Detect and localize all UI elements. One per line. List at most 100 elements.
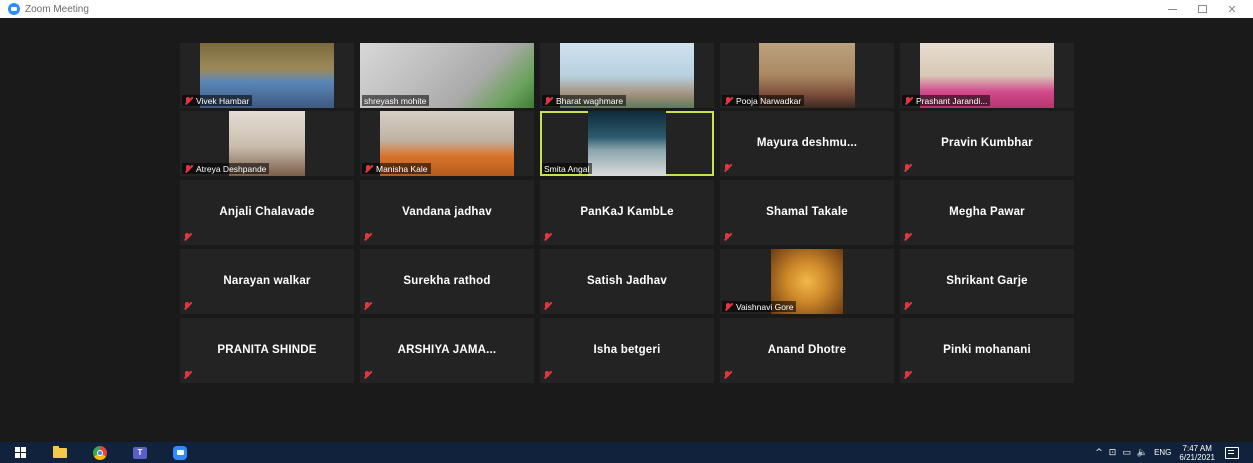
system-tray: ^ ⊡ ▭ 🔈 ENG 7:47 AM 6/21/2021 [1095, 442, 1253, 463]
participant-name: Megha Pawar [949, 206, 1025, 218]
participant-video [588, 111, 666, 176]
participant-tile[interactable]: Vaishnavi Gore [720, 249, 894, 314]
participant-name: Shrikant Garje [946, 275, 1028, 287]
muted-mic-icon [184, 96, 194, 105]
participant-tile[interactable]: Smita Angal [540, 111, 714, 176]
muted-mic-icon [723, 370, 733, 379]
participant-tile[interactable]: Anand Dhotre [720, 318, 894, 383]
participant-tile[interactable]: Atreya Deshpande [180, 111, 354, 176]
participant-name: Bharat waghmare [556, 95, 624, 106]
muted-mic-icon [184, 164, 194, 173]
participant-tile[interactable]: Vivek Hambar [180, 43, 354, 108]
windows-start-icon[interactable] [0, 442, 40, 463]
participant-name: Shamal Takale [766, 206, 848, 218]
participant-name: Anand Dhotre [767, 344, 847, 356]
participant-name-tag: Manisha Kale [362, 163, 431, 174]
participant-name: Atreya Deshpande [196, 163, 267, 174]
muted-mic-icon [903, 370, 913, 379]
muted-mic-icon [183, 370, 193, 379]
muted-mic-icon [724, 302, 734, 311]
participant-tile[interactable]: Manisha Kale [360, 111, 534, 176]
participant-tile[interactable]: Pooja Narwadkar [720, 43, 894, 108]
participant-tile[interactable]: Satish Jadhav [540, 249, 714, 314]
title-bar: Zoom Meeting ✕ [0, 0, 1253, 18]
participant-name-tag: shreyash mohite [362, 95, 430, 106]
clock-date: 6/21/2021 [1179, 452, 1215, 462]
muted-mic-icon [364, 164, 374, 173]
participant-tile[interactable]: Surekha rathod [360, 249, 534, 314]
participant-name: PanKaJ KambLe [580, 206, 674, 218]
muted-mic-icon [363, 301, 373, 310]
participant-name: Manisha Kale [376, 163, 428, 174]
clock-time: 7:47 AM [1182, 443, 1212, 453]
participant-name-tag: Vivek Hambar [182, 95, 253, 106]
muted-mic-icon [543, 301, 553, 310]
participant-tile[interactable]: shreyash mohite [360, 43, 534, 108]
participant-tile[interactable]: Vandana jadhav [360, 180, 534, 245]
muted-mic-icon [363, 232, 373, 241]
muted-mic-icon [544, 96, 554, 105]
participant-tile[interactable]: Prashant Jarandi... [900, 43, 1074, 108]
muted-mic-icon [543, 370, 553, 379]
muted-mic-icon [723, 232, 733, 241]
teams-icon[interactable]: T [120, 442, 160, 463]
minimize-button[interactable] [1157, 0, 1187, 18]
muted-mic-icon [903, 163, 913, 172]
participant-tile[interactable]: Bharat waghmare [540, 43, 714, 108]
participant-name: Pravin Kumbhar [941, 137, 1033, 149]
volume-icon[interactable]: 🔈 [1137, 448, 1148, 458]
window-controls: ✕ [1157, 0, 1247, 18]
muted-mic-icon [543, 232, 553, 241]
participant-tile[interactable]: Pravin Kumbhar [900, 111, 1074, 176]
participant-name: Isha betgeri [593, 344, 661, 356]
zoom-app-icon [8, 3, 20, 15]
participant-name: PRANITA SHINDE [217, 344, 317, 356]
gallery-view: Vivek Hambar shreyash mohite Bharat waghma… [0, 18, 1253, 442]
muted-mic-icon [363, 370, 373, 379]
muted-mic-icon [183, 232, 193, 241]
close-button[interactable]: ✕ [1217, 0, 1247, 18]
participant-tile[interactable]: Mayura deshmu... [720, 111, 894, 176]
participant-tile[interactable]: Isha betgeri [540, 318, 714, 383]
participant-tile[interactable]: Anjali Chalavade [180, 180, 354, 245]
participant-name: Pooja Narwadkar [736, 95, 802, 106]
participant-tile[interactable]: Narayan walkar [180, 249, 354, 314]
notification-icon[interactable] [1225, 446, 1239, 459]
participant-tile[interactable]: PanKaJ KambLe [540, 180, 714, 245]
participant-name-tag: Vaishnavi Gore [722, 301, 797, 312]
participant-tile[interactable]: PRANITA SHINDE [180, 318, 354, 383]
display-icon[interactable]: ▭ [1122, 448, 1131, 458]
participant-tile[interactable]: Shamal Takale [720, 180, 894, 245]
participant-name: Pinki mohanani [943, 344, 1031, 356]
participant-tile[interactable]: Shrikant Garje [900, 249, 1074, 314]
participant-name: Vivek Hambar [196, 95, 250, 106]
muted-mic-icon [903, 301, 913, 310]
taskbar: T ^ ⊡ ▭ 🔈 ENG 7:47 AM 6/21/2021 [0, 442, 1253, 463]
clock[interactable]: 7:47 AM 6/21/2021 [1179, 444, 1215, 462]
participant-name: ARSHIYA JAMA... [397, 344, 497, 356]
participant-name: Surekha rathod [403, 275, 491, 287]
participant-tile[interactable]: Pinki mohanani [900, 318, 1074, 383]
participant-name: Smita Angal [544, 163, 590, 174]
participant-name-tag: Smita Angal [542, 163, 593, 174]
window-title: Zoom Meeting [25, 3, 89, 15]
participant-name-tag: Bharat waghmare [542, 95, 627, 106]
chrome-icon[interactable] [80, 442, 120, 463]
language-indicator[interactable]: ENG [1154, 448, 1171, 457]
chevron-up-icon[interactable]: ^ [1095, 448, 1103, 458]
muted-mic-icon [724, 96, 734, 105]
maximize-button[interactable] [1187, 0, 1217, 18]
participant-name: shreyash mohite [364, 95, 427, 106]
file-explorer-icon[interactable] [40, 442, 80, 463]
participant-tile[interactable]: Megha Pawar [900, 180, 1074, 245]
muted-mic-icon [904, 96, 914, 105]
participant-name: Satish Jadhav [587, 275, 667, 287]
participant-name: Mayura deshmu... [756, 137, 858, 149]
muted-mic-icon [723, 163, 733, 172]
muted-mic-icon [903, 232, 913, 241]
participant-name: Anjali Chalavade [219, 206, 315, 218]
participant-tile[interactable]: ARSHIYA JAMA... [360, 318, 534, 383]
network-icon[interactable]: ⊡ [1109, 448, 1117, 458]
zoom-icon[interactable] [160, 442, 200, 463]
muted-mic-icon [183, 301, 193, 310]
